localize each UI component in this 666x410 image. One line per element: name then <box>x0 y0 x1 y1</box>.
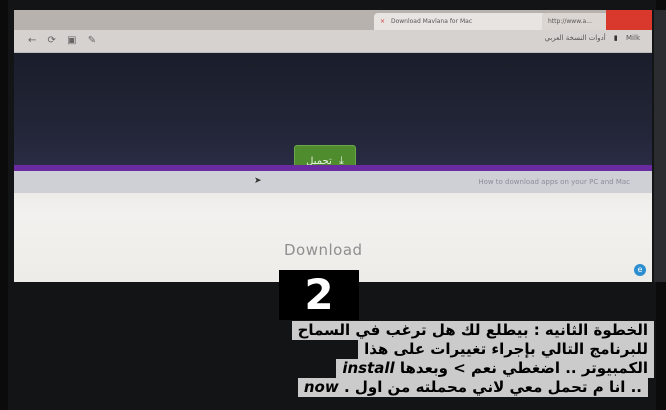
browser-toolbar: ← ⟳ ▣ ✎ أدوات النسخة العربي ▮ Milk <box>14 30 652 53</box>
caption-line: للبرنامج التالي بإجراء تغييرات على هذا <box>358 340 654 359</box>
frame-edge <box>654 10 666 282</box>
download-label: Download <box>284 241 363 259</box>
caption-line: الكمبيوتر .. اضغطي نعم > وبعدها install <box>336 359 654 378</box>
tab-title: http://www.a... <box>548 18 592 25</box>
caption-english-word: install <box>342 359 395 377</box>
caption-text: .. انا م تحمل معي لاني محملته من اول . <box>343 378 642 396</box>
caption-text: الكمبيوتر .. اضغطي نعم > وبعدها <box>399 359 648 377</box>
how-to-text: How to download apps on your PC and Mac <box>478 178 630 186</box>
browser-logo-icon: e <box>634 264 646 276</box>
pane-header: ➤ How to download apps on your PC and Ma… <box>14 171 652 193</box>
browser-tab[interactable]: × Download Mavlana for Mac <box>374 13 546 30</box>
close-tab-icon[interactable]: × <box>380 18 385 25</box>
download-pane: ➤ How to download apps on your PC and Ma… <box>14 171 652 282</box>
caption-english-word: now <box>303 378 339 396</box>
bookmark-item[interactable]: Milk <box>626 34 640 42</box>
bookmarks-bar: أدوات النسخة العربي ▮ Milk <box>544 34 640 42</box>
bookmark-item[interactable]: أدوات النسخة العربي <box>544 34 605 42</box>
tab-title: Download Mavlana for Mac <box>390 18 473 25</box>
mouse-cursor-icon: ➤ <box>254 176 262 186</box>
monitor-screen: × Download Mavlana for Mac http://www.a.… <box>14 10 652 282</box>
window-controls[interactable] <box>606 10 652 30</box>
caption-line: .. انا م تحمل معي لاني محملته من اول . n… <box>297 378 648 397</box>
browser-tab-bar: × Download Mavlana for Mac http://www.a.… <box>14 10 652 30</box>
caption-line: الخطوة الثانيه : بيطلع لك هل ترغب في الس… <box>291 321 654 340</box>
page-hero: تحميل ⤓ <box>14 53 652 177</box>
step-number: 2 <box>279 270 359 320</box>
navigation-icons[interactable]: ← ⟳ ▣ ✎ <box>28 35 100 46</box>
